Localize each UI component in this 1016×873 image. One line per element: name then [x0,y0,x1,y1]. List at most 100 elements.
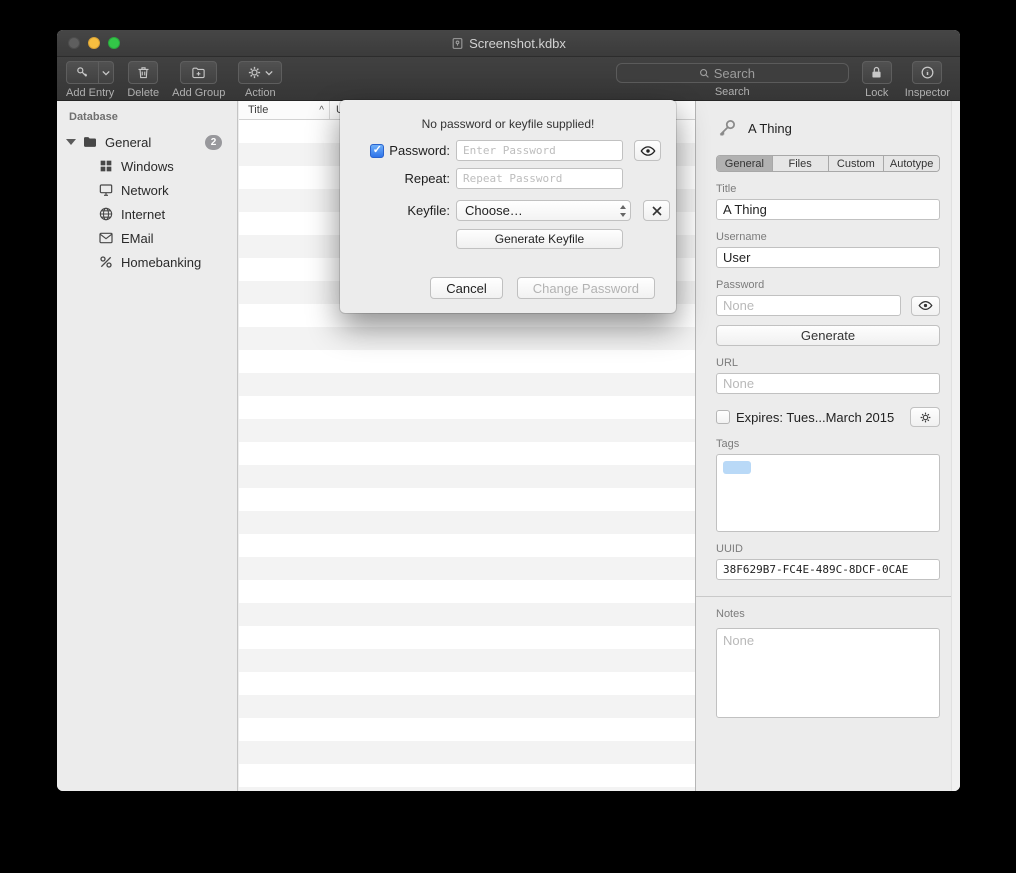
uuid-label: UUID [716,543,940,555]
dialog-keyfile-label: Keyfile: [407,203,450,218]
inspector-group: Inspector [905,61,950,99]
percent-icon [98,254,114,270]
password-checkbox[interactable]: ✓ [370,144,384,158]
notes-label: Notes [716,608,940,620]
url-field[interactable] [716,373,940,394]
inspector-panel: A Thing General Files Custom Autotype Ti… [695,101,960,791]
lock-icon [869,65,884,80]
search-input[interactable] [714,66,766,81]
eye-icon [640,145,656,157]
sidebar-item-label: Internet [121,207,165,222]
key-icon [716,118,737,139]
close-button[interactable] [68,37,80,49]
info-icon [920,65,935,80]
window-title: Screenshot.kdbx [469,36,566,51]
add-entry-dropdown[interactable] [99,61,114,84]
dialog-password-input[interactable] [456,140,623,161]
sidebar-item-windows[interactable]: Windows [57,154,237,178]
minimize-button[interactable] [88,37,100,49]
username-label: Username [716,231,940,243]
username-field[interactable] [716,247,940,268]
uuid-field[interactable] [716,559,940,580]
notes-field[interactable] [716,628,940,718]
dialog-repeat-label: Repeat: [404,171,450,186]
search-field[interactable] [616,63,849,83]
inspector-label: Inspector [905,87,950,99]
clear-keyfile-button[interactable] [643,200,670,221]
sort-indicator-icon: ^ [319,105,324,116]
globe-icon [98,206,114,222]
generate-password-button[interactable]: Generate [716,325,940,346]
key-plus-icon [75,65,90,80]
document-icon [451,37,464,50]
sidebar-item-label: EMail [121,231,154,246]
lock-button[interactable] [862,61,892,84]
zoom-button[interactable] [108,37,120,49]
sidebar-item-label: General [105,135,151,150]
inspector-divider [696,596,960,597]
group-count-badge: 2 [205,135,222,150]
lock-label: Lock [865,87,888,99]
password-row [716,295,940,316]
add-group-group: Add Group [172,61,225,99]
inspector-scrollbar[interactable] [951,101,960,791]
close-x-icon [652,206,662,216]
password-label: Password [716,279,940,291]
dialog-actions: Cancel Change Password [430,277,655,299]
generate-keyfile-button[interactable]: Generate Keyfile [456,229,623,249]
expires-checkbox[interactable] [716,410,730,424]
change-password-dialog: No password or keyfile supplied! ✓ Passw… [340,100,676,313]
keyfile-popup-value: Choose… [465,203,523,218]
add-group-label: Add Group [172,87,225,99]
lock-group: Lock [862,61,892,99]
tag-pill[interactable] [723,461,751,474]
tags-box[interactable] [716,454,940,532]
search-group: Search [616,61,849,98]
sidebar-item-email[interactable]: EMail [57,226,237,250]
folder-icon [82,134,98,150]
dialog-repeat-input[interactable] [456,168,623,189]
change-password-button[interactable]: Change Password [517,277,655,299]
expires-settings-button[interactable] [910,407,940,427]
sidebar-header: Database [57,109,237,130]
title-field[interactable] [716,199,940,220]
chevron-down-icon [265,70,273,76]
column-header-title[interactable]: Title ^ [239,101,330,119]
keyfile-popup[interactable]: Choose… [456,200,631,221]
tab-files[interactable]: Files [773,156,829,171]
action-label: Action [245,87,276,99]
eye-icon [918,300,933,311]
inspector-button[interactable] [912,61,942,84]
window-title-area: Screenshot.kdbx [451,36,566,51]
action-group: Action [238,61,282,99]
password-field[interactable] [716,295,901,316]
reveal-password-button[interactable] [911,296,940,316]
sidebar-item-internet[interactable]: Internet [57,202,237,226]
folder-plus-icon [191,65,206,80]
delete-button[interactable] [128,61,158,84]
sidebar: Database General 2 Windows Network [57,101,238,791]
tags-label: Tags [716,438,940,450]
action-button[interactable] [238,61,282,84]
macpass-window: Screenshot.kdbx Add Entry Delete [57,30,960,791]
dialog-repeat-row: Repeat: [340,168,676,189]
dialog-password-label: Password: [389,143,450,158]
disclosure-triangle-icon[interactable] [66,139,76,145]
dialog-reveal-password-button[interactable] [634,140,661,161]
sidebar-item-network[interactable]: Network [57,178,237,202]
entry-title: A Thing [748,121,792,136]
title-label: Title [716,183,940,195]
envelope-icon [98,230,114,246]
tab-general[interactable]: General [717,156,773,171]
add-group-button[interactable] [180,61,217,84]
expires-label: Expires: Tues...March 2015 [736,410,894,425]
add-entry-button[interactable] [66,61,99,84]
sidebar-item-homebanking[interactable]: Homebanking [57,250,237,274]
tab-custom[interactable]: Custom [829,156,885,171]
tab-autotype[interactable]: Autotype [884,156,939,171]
sidebar-item-general[interactable]: General 2 [57,130,237,154]
traffic-lights [68,30,120,56]
cancel-button[interactable]: Cancel [430,277,502,299]
url-label: URL [716,357,940,369]
sidebar-item-label: Windows [121,159,174,174]
